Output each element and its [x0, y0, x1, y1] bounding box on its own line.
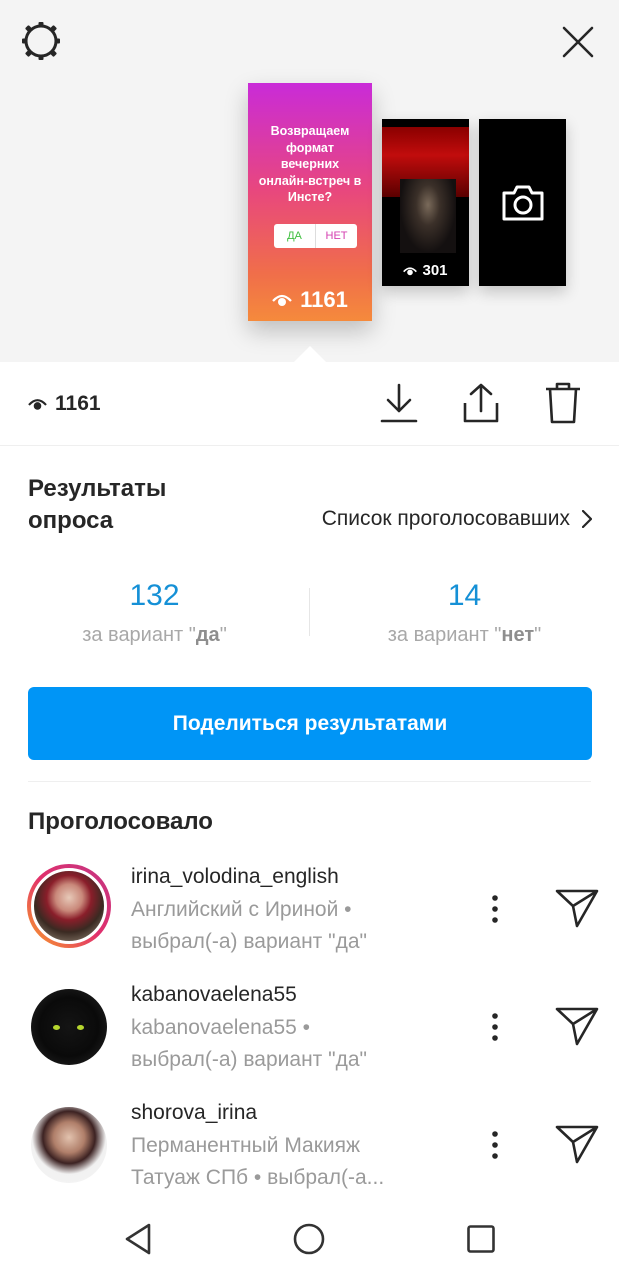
home-icon[interactable]	[292, 1222, 326, 1256]
story-views: 1161	[248, 287, 372, 313]
eye-icon	[28, 399, 47, 410]
voter-username[interactable]: irina_volodina_english	[131, 865, 339, 889]
download-button[interactable]	[376, 380, 422, 426]
views-counter[interactable]: 1161	[28, 392, 101, 416]
more-vertical-icon[interactable]	[485, 889, 505, 929]
send-icon[interactable]	[554, 1122, 600, 1166]
send-icon[interactable]	[554, 886, 600, 930]
voter-subtitle: Перманентный Макияж Татуаж СПб • выбрал(-…	[131, 1134, 385, 1189]
voter-row[interactable]: shorova_irina Перманентный Макияж Татуаж …	[0, 1096, 619, 1206]
no-label: за вариант "нет"	[387, 624, 542, 646]
story-poll-sticker: ДА НЕТ	[274, 224, 357, 248]
views-count: 1161	[55, 392, 101, 415]
voter-username[interactable]: shorova_irina	[131, 1101, 257, 1125]
close-button[interactable]	[556, 20, 600, 64]
story-thumbnail-poll[interactable]: Возвращаем формат вечерних онлайн-встреч…	[248, 83, 372, 321]
gear-icon	[22, 22, 60, 60]
no-count: 14	[447, 579, 482, 612]
poll-results-title: Результаты опроса	[28, 475, 167, 534]
more-vertical-icon[interactable]	[485, 1125, 505, 1165]
share-results-button[interactable]: Поделиться результатами	[28, 687, 592, 760]
chevron-right-icon	[582, 510, 592, 528]
voters-list-link[interactable]: Список проголосовавших	[322, 507, 592, 531]
camera-icon	[502, 185, 543, 220]
settings-button[interactable]	[18, 18, 64, 64]
yes-label: за вариант "да"	[82, 624, 227, 646]
avatar[interactable]	[27, 864, 111, 948]
recents-icon[interactable]	[466, 1224, 496, 1254]
story-views: 301	[382, 262, 469, 279]
close-icon	[562, 26, 594, 58]
send-icon[interactable]	[554, 1004, 600, 1048]
poll-no-option: НЕТ	[325, 230, 348, 242]
share-story-button[interactable]	[458, 380, 504, 426]
voters-list-label: Список проголосовавших	[321, 507, 570, 530]
back-icon[interactable]	[122, 1222, 154, 1256]
avatar[interactable]	[31, 1107, 107, 1183]
delete-button[interactable]	[540, 380, 586, 426]
selection-pointer	[294, 346, 326, 362]
voter-row[interactable]: kabanovaelena55 kabanovaelena55 • выбрал(…	[0, 978, 619, 1088]
story-toolbar: 1161	[0, 362, 619, 446]
download-icon	[380, 383, 418, 423]
share-icon	[463, 383, 499, 423]
add-story-camera[interactable]	[479, 119, 566, 286]
story-thumbnail-video[interactable]: 301	[382, 119, 469, 286]
story-question: Возвращаем формат вечерних онлайн-встреч…	[258, 124, 362, 204]
story-preview-area: Возвращаем формат вечерних онлайн-встреч…	[0, 0, 619, 362]
voter-row[interactable]: irina_volodina_english Английский с Ирин…	[0, 860, 619, 970]
poll-no-result: 14 за вариант "нет"	[310, 578, 619, 647]
avatar[interactable]	[31, 989, 107, 1065]
system-navigation-bar	[0, 1200, 619, 1280]
voter-subtitle: kabanovaelena55 • выбрал(-а) вариант "да"	[131, 1016, 367, 1071]
section-divider	[28, 781, 591, 782]
story-views-count: 1161	[300, 287, 348, 312]
eye-icon	[272, 294, 292, 306]
voted-section-title: Проголосовало	[28, 808, 213, 835]
voter-subtitle: Английский с Ириной • выбрал(-а) вариант …	[131, 898, 367, 953]
yes-count: 132	[129, 579, 180, 612]
poll-yes-option: ДА	[274, 224, 316, 248]
story-image-figure	[400, 179, 456, 253]
trash-icon	[546, 382, 580, 424]
voter-username[interactable]: kabanovaelena55	[131, 983, 297, 1007]
poll-yes-result: 132 за вариант "да"	[0, 578, 309, 647]
more-vertical-icon[interactable]	[485, 1007, 505, 1047]
story-views-count: 301	[422, 262, 448, 279]
eye-icon	[403, 266, 418, 275]
